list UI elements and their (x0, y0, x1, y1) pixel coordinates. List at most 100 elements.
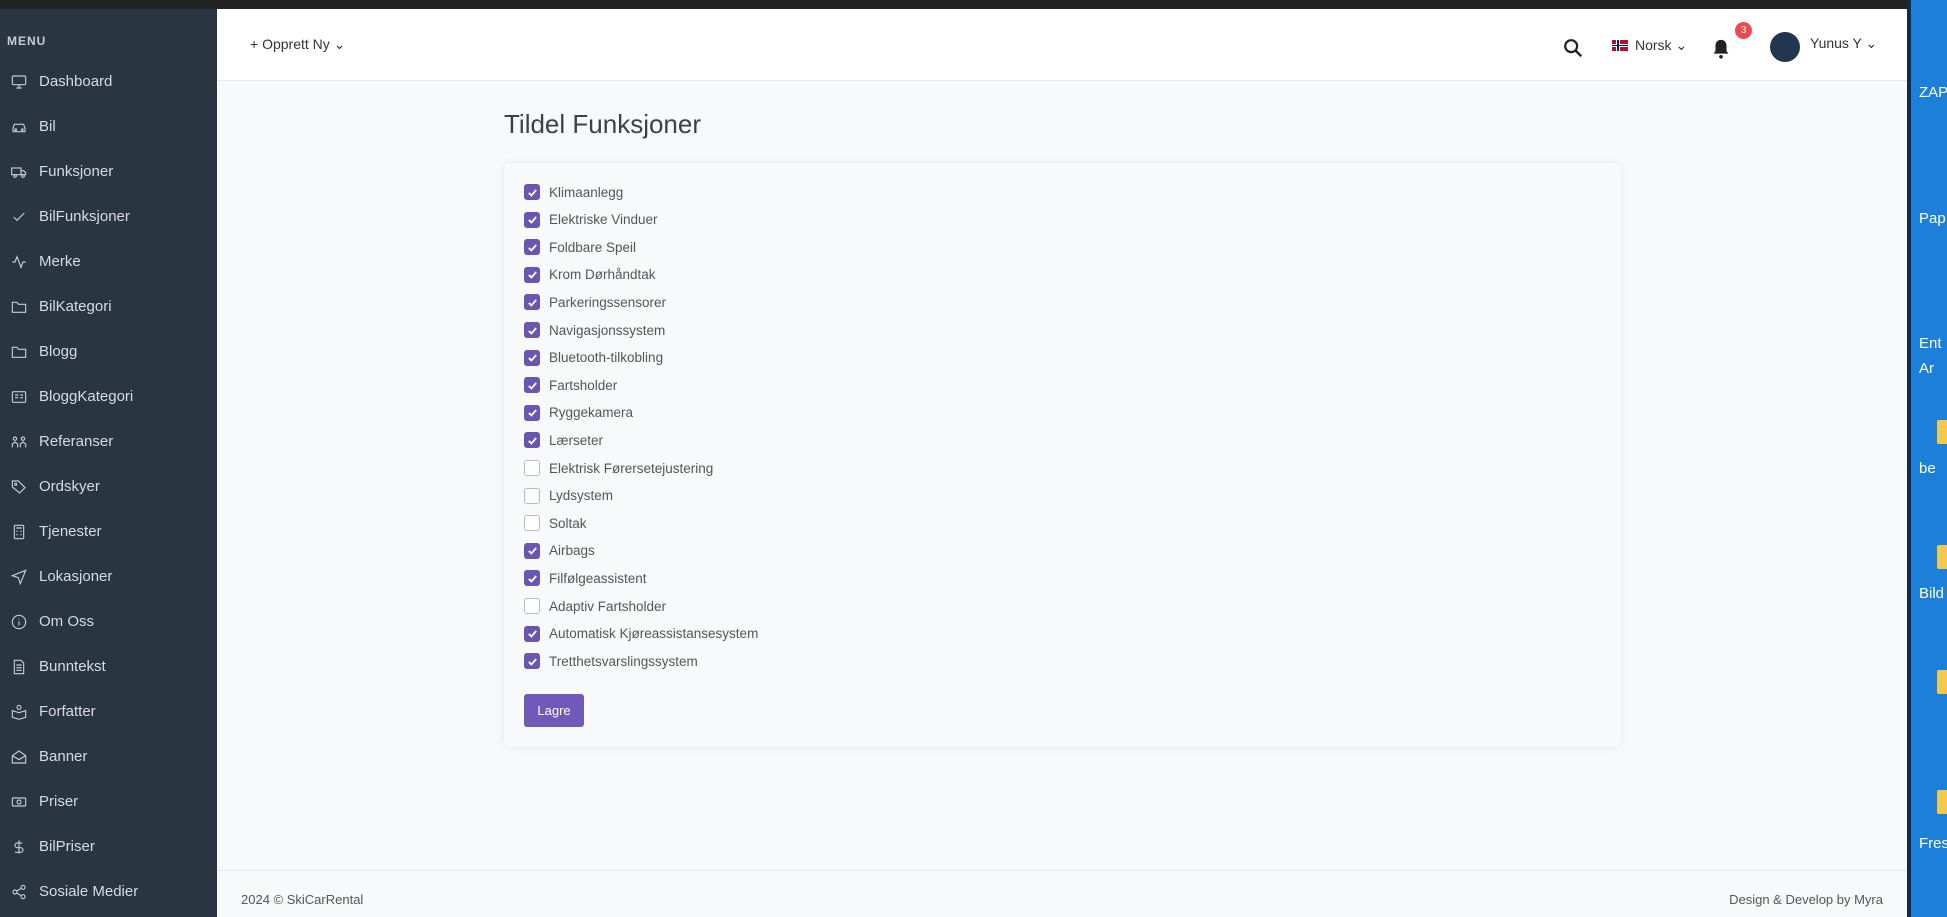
info-icon (10, 613, 28, 631)
folder-icon[interactable] (1937, 790, 1947, 814)
feature-label: Tretthetsvarslingssystem (549, 653, 698, 669)
checkbox[interactable] (524, 570, 540, 587)
footer-copyright: 2024 © SkiCarRental (241, 892, 364, 907)
desktop-icon-label[interactable]: Pap (1919, 210, 1946, 227)
sidebar-item-bilkategori[interactable]: BilKategori (0, 284, 217, 329)
create-new-button[interactable]: + Opprett Ny ⌄ (250, 36, 345, 53)
browser-tab-strip (0, 0, 1947, 9)
desktop-icon-label[interactable]: Bild (1919, 585, 1944, 602)
feature-label: Krom Dørhåndtak (549, 267, 656, 283)
checkbox[interactable] (524, 432, 540, 449)
menu-title: MENU (7, 34, 47, 48)
feature-checkbox-row[interactable]: Elektriske Vinduer (524, 211, 658, 229)
checkbox[interactable] (524, 266, 540, 283)
folder-icon[interactable] (1937, 545, 1947, 569)
folder-icon[interactable] (1937, 420, 1947, 444)
desktop-icon-label[interactable]: Fres (1919, 835, 1947, 852)
avatar[interactable] (1770, 32, 1800, 62)
sidebar-item-label: Blogg (39, 343, 78, 360)
sidebar-item-dashboard[interactable]: Dashboard (0, 59, 217, 104)
sidebar-item-bil[interactable]: Bil (0, 104, 217, 149)
desktop-icon-label[interactable]: ZAP (1919, 84, 1947, 101)
sidebar-item-label: Om Oss (39, 613, 94, 630)
language-selector[interactable]: Norsk ⌄ (1612, 37, 1687, 54)
sidebar-item-referanser[interactable]: Referanser (0, 419, 217, 464)
feature-label: Elektriske Vinduer (549, 212, 658, 228)
feature-checkbox-row[interactable]: Airbags (524, 542, 595, 560)
checkbox[interactable] (524, 211, 540, 228)
feature-checkbox-row[interactable]: Filfølgeassistent (524, 569, 647, 587)
bell-icon[interactable] (1710, 37, 1732, 61)
checkbox[interactable] (524, 184, 540, 200)
sidebar-item-bunntekst[interactable]: Bunntekst (0, 644, 217, 689)
feature-checkbox-row[interactable]: Fartsholder (524, 376, 617, 394)
sidebar-item-funksjoner[interactable]: Funksjoner (0, 149, 217, 194)
feature-checkbox-row[interactable]: Adaptiv Fartsholder (524, 597, 666, 615)
feature-checkbox-row[interactable]: Lærseter (524, 431, 603, 449)
feature-label: Ryggekamera (549, 405, 634, 421)
checkbox[interactable] (524, 515, 540, 532)
sidebar-item-label: Priser (39, 793, 79, 810)
feature-checkbox-row[interactable]: Krom Dørhåndtak (524, 266, 656, 284)
feature-checkbox-row[interactable]: Foldbare Speil (524, 238, 636, 256)
feature-checkbox-row[interactable]: Ryggekamera (524, 404, 633, 422)
feature-checkbox-row[interactable]: Klimaanlegg (524, 183, 623, 201)
feature-checkbox-row[interactable]: Soltak (524, 514, 587, 532)
sidebar-item-ordskyer[interactable]: Ordskyer (0, 464, 217, 509)
sidebar-item-sosiale-medier[interactable]: Sosiale Medier (0, 869, 217, 914)
sidebar-item-bloggkategori[interactable]: BloggKategori (0, 374, 217, 419)
checkbox[interactable] (524, 239, 540, 256)
feature-checkbox-row[interactable]: Tretthetsvarslingssystem (524, 652, 698, 670)
sidebar-item-forfatter[interactable]: Forfatter (0, 689, 217, 734)
checkbox[interactable] (524, 487, 540, 504)
checkbox[interactable] (524, 542, 540, 559)
sidebar-item-label: Bil (39, 118, 56, 135)
feature-checkbox-row[interactable]: Bluetooth-tilkobling (524, 349, 663, 367)
feature-checkbox-row[interactable]: Lydsystem (524, 487, 613, 505)
sidebar-item-tjenester[interactable]: Tjenester (0, 509, 217, 554)
sidebar-item-label: BloggKategori (39, 388, 134, 405)
checkbox[interactable] (524, 460, 540, 476)
feature-label: Elektrisk Førersetejustering (549, 460, 714, 476)
calculator-icon (10, 523, 28, 541)
checkbox[interactable] (524, 404, 540, 421)
footer-credit: Design & Develop by Myra (1729, 892, 1883, 907)
checkbox[interactable] (524, 349, 540, 366)
desktop-icon-label[interactable]: be (1919, 460, 1936, 477)
feature-checkbox-row[interactable]: Elektrisk Førersetejustering (524, 459, 713, 477)
feature-checkbox-row[interactable]: Navigasjonssystem (524, 321, 665, 339)
sidebar-item-bilfunksjoner[interactable]: BilFunksjoner (0, 194, 217, 239)
check-icon (10, 208, 28, 226)
sidebar-item-lokasjoner[interactable]: Lokasjoner (0, 554, 217, 599)
notification-badge: 3 (1735, 22, 1752, 39)
sidebar-nav: Dashboard Bil Funksjoner BilFunksjoner Merke… (0, 59, 217, 914)
folder-icon[interactable] (1937, 670, 1947, 694)
checkbox[interactable] (524, 377, 540, 394)
sidebar-item-om-oss[interactable]: Om Oss (0, 599, 217, 644)
feature-label: Parkeringssensorer (549, 294, 667, 310)
checkbox[interactable] (524, 598, 540, 614)
sidebar-item-banner[interactable]: Banner (0, 734, 217, 779)
feature-label: Fartsholder (549, 377, 618, 393)
save-button[interactable]: Lagre (524, 694, 584, 727)
feature-label: Soltak (549, 515, 587, 531)
user-menu[interactable]: Yunus Y ⌄ (1810, 35, 1877, 52)
desktop-icon-label[interactable]: Ar (1919, 360, 1934, 377)
checkbox[interactable] (524, 625, 540, 642)
desktop-icon-label[interactable]: Ent (1919, 335, 1942, 352)
sidebar-item-priser[interactable]: Priser (0, 779, 217, 824)
checkbox[interactable] (524, 653, 540, 670)
checkbox[interactable] (524, 294, 540, 311)
money-icon (10, 793, 28, 811)
id-card-icon (10, 388, 28, 406)
sidebar-item-merke[interactable]: Merke (0, 239, 217, 284)
checkbox[interactable] (524, 322, 540, 338)
feature-checkbox-row[interactable]: Parkeringssensorer (524, 293, 666, 311)
people-icon (10, 433, 28, 451)
search-icon[interactable] (1562, 37, 1584, 59)
sidebar-item-bilpriser[interactable]: BilPriser (0, 824, 217, 869)
feature-label: Filfølgeassistent (549, 570, 647, 586)
sidebar-item-blogg[interactable]: Blogg (0, 329, 217, 374)
feature-checkbox-row[interactable]: Automatisk Kjøreassistansesystem (524, 625, 758, 643)
sidebar-item-label: Ordskyer (39, 478, 100, 495)
